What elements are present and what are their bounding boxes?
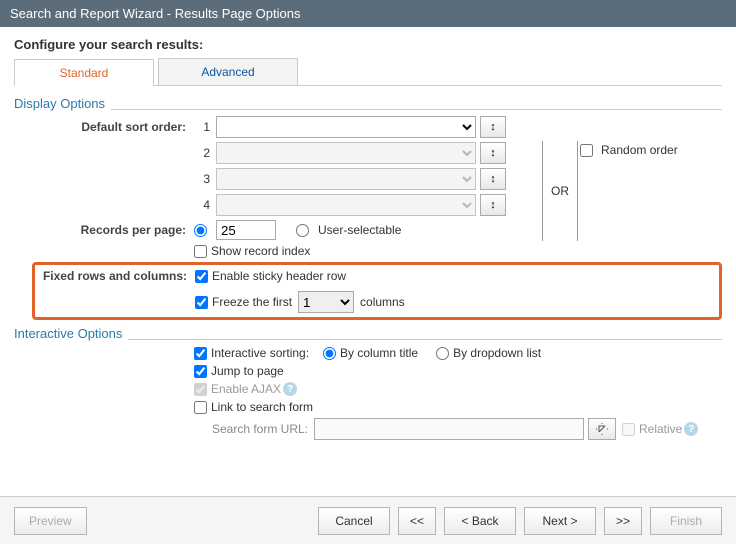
next-button[interactable]: Next > <box>524 507 596 535</box>
section-divider <box>14 109 722 110</box>
interactive-heading: Interactive Options <box>14 326 128 341</box>
sort-order-btn-2[interactable]: ↕ <box>480 142 506 164</box>
freeze-checkbox[interactable] <box>195 296 208 309</box>
search-url-row: Search form URL: Relative ? <box>14 418 722 440</box>
freeze-row: Freeze the first 1 columns <box>35 291 713 313</box>
sticky-header-label: Enable sticky header row <box>212 269 346 283</box>
cancel-button[interactable]: Cancel <box>318 507 390 535</box>
help-icon[interactable]: ? <box>684 422 698 436</box>
sort-select-4[interactable] <box>216 194 476 216</box>
show-index-label: Show record index <box>211 244 310 258</box>
interactive-sorting-row: Interactive sorting: By column title By … <box>14 346 722 360</box>
freeze-prefix: Freeze the first <box>212 295 292 309</box>
freeze-suffix: columns <box>360 295 405 309</box>
by-column-radio[interactable] <box>323 347 336 360</box>
ajax-row: Enable AJAX ? <box>14 382 722 396</box>
sort-row-4: 4 ↕ <box>14 194 722 216</box>
fixed-rows-highlight: Fixed rows and columns: Enable sticky he… <box>32 262 722 320</box>
sort-icon: ↕ <box>490 199 496 211</box>
link-to-search-checkbox[interactable] <box>194 401 207 414</box>
jump-row: Jump to page <box>14 364 722 378</box>
show-index-checkbox[interactable] <box>194 245 207 258</box>
sort-icon: ↕ <box>490 121 496 133</box>
records-userselect-radio[interactable] <box>296 224 309 237</box>
jump-to-page-checkbox[interactable] <box>194 365 207 378</box>
sticky-header-checkbox[interactable] <box>195 270 208 283</box>
records-input[interactable] <box>216 220 276 240</box>
sort-num-4: 4 <box>194 198 210 212</box>
help-icon[interactable]: ? <box>283 382 297 396</box>
content-area: Configure your search results: Standard … <box>0 27 736 440</box>
enable-ajax-label: Enable AJAX <box>211 382 281 396</box>
sticky-row: Fixed rows and columns: Enable sticky he… <box>35 269 713 283</box>
fixed-label: Fixed rows and columns: <box>35 269 195 283</box>
sort-order-btn-1[interactable]: ↕ <box>480 116 506 138</box>
last-button[interactable]: >> <box>604 507 642 535</box>
browse-icon <box>596 423 608 435</box>
random-order-group: Random order <box>580 143 678 157</box>
random-order-label: Random order <box>601 143 678 157</box>
page-subtitle: Configure your search results: <box>14 37 722 52</box>
window-title: Search and Report Wizard - Results Page … <box>10 6 300 21</box>
search-url-input[interactable] <box>314 418 584 440</box>
display-options-section: Display Options Default sort order: 1 ↕ … <box>14 96 722 320</box>
sort-select-2[interactable] <box>216 142 476 164</box>
link-row: Link to search form <box>14 400 722 414</box>
back-button[interactable]: < Back <box>444 507 516 535</box>
sort-num-2: 2 <box>194 146 210 160</box>
tab-advanced[interactable]: Advanced <box>158 58 298 85</box>
by-dropdown-radio[interactable] <box>436 347 449 360</box>
sort-order-btn-3[interactable]: ↕ <box>480 168 506 190</box>
by-dropdown-label: By dropdown list <box>453 346 541 360</box>
vline-right <box>577 141 578 241</box>
tab-standard[interactable]: Standard <box>14 59 154 86</box>
by-column-label: By column title <box>340 346 418 360</box>
interactive-options-section: Interactive Options Interactive sorting:… <box>14 326 722 440</box>
relative-checkbox[interactable] <box>622 423 635 436</box>
freeze-count-select[interactable]: 1 <box>298 291 354 313</box>
relative-label: Relative <box>639 422 682 436</box>
sort-order-btn-4[interactable]: ↕ <box>480 194 506 216</box>
sort-num-1: 1 <box>194 120 210 134</box>
finish-button[interactable]: Finish <box>650 507 722 535</box>
link-to-search-label: Link to search form <box>211 400 313 414</box>
browse-url-button[interactable] <box>588 418 616 440</box>
sort-select-1[interactable] <box>216 116 476 138</box>
sort-select-3[interactable] <box>216 168 476 190</box>
preview-button[interactable]: Preview <box>14 507 87 535</box>
sort-label: Default sort order: <box>34 120 194 134</box>
user-selectable-label: User-selectable <box>318 223 401 237</box>
vline-left <box>542 141 543 241</box>
interactive-sorting-checkbox[interactable] <box>194 347 207 360</box>
sort-icon: ↕ <box>490 173 496 185</box>
or-text: OR <box>551 184 569 198</box>
display-options-heading: Display Options <box>14 96 111 111</box>
titlebar: Search and Report Wizard - Results Page … <box>0 0 736 27</box>
show-index-row: Show record index <box>14 244 722 258</box>
jump-to-page-label: Jump to page <box>211 364 284 378</box>
footer: Preview Cancel << < Back Next > >> Finis… <box>0 496 736 544</box>
sort-icon: ↕ <box>490 147 496 159</box>
sort-num-3: 3 <box>194 172 210 186</box>
random-order-checkbox[interactable] <box>580 144 593 157</box>
interactive-sorting-label: Interactive sorting: <box>211 346 309 360</box>
or-separator: OR <box>542 141 578 241</box>
enable-ajax-checkbox[interactable] <box>194 383 207 396</box>
first-button[interactable]: << <box>398 507 436 535</box>
search-url-label: Search form URL: <box>194 422 314 436</box>
records-fixed-radio[interactable] <box>194 224 207 237</box>
records-label: Records per page: <box>34 223 194 237</box>
records-row: Records per page: User-selectable <box>14 220 722 240</box>
sort-row-1: Default sort order: 1 ↕ <box>14 116 722 138</box>
sort-row-3: 3 ↕ <box>14 168 722 190</box>
tabs: Standard Advanced <box>14 58 722 86</box>
